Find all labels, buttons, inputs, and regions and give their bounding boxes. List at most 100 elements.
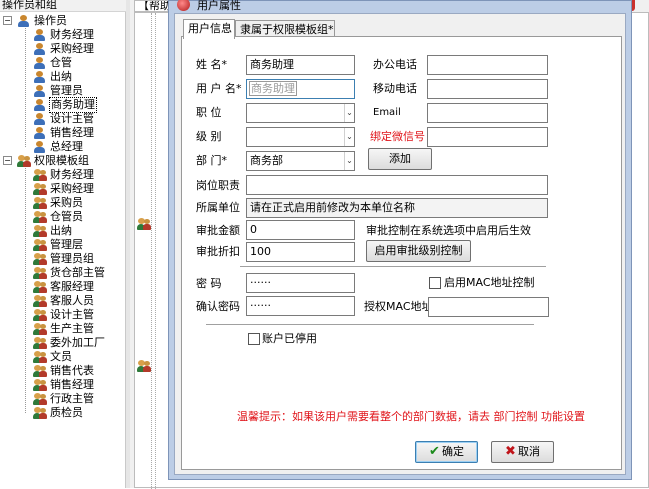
tree-item-label: 管理层 [50, 238, 83, 251]
mac-address-field[interactable] [428, 297, 549, 317]
wechat-field[interactable] [427, 127, 548, 147]
group-icon [33, 239, 47, 251]
group-node-icon [137, 218, 151, 230]
position-label: 职 位 [196, 106, 222, 119]
department-label: 部 门* [196, 154, 227, 167]
tree-item-label: 采购经理 [50, 182, 94, 195]
approval-discount-field[interactable]: 100 [246, 242, 355, 262]
tree-connector [25, 168, 26, 413]
tree-item-label: 销售经理 [50, 378, 94, 391]
enable-approval-level-button[interactable]: 启用审批级别控制 [366, 240, 471, 262]
tree-item-label: 仓管员 [50, 210, 83, 223]
tree-item-label: 设计主管 [50, 308, 94, 321]
confirm-password-label: 确认密码 [196, 300, 240, 313]
tree-item-label: 商务助理 [49, 97, 97, 113]
tree-item-label: 管理员组 [50, 252, 94, 265]
group-icon [33, 379, 47, 391]
app-icon [177, 0, 190, 11]
tree-item-label: 操作员 [34, 14, 67, 27]
user-icon [33, 43, 47, 55]
mobile-field[interactable] [427, 79, 548, 99]
tree-item-label: 文员 [50, 350, 72, 363]
collapse-icon[interactable]: − [3, 156, 12, 165]
cancel-button[interactable]: ✖ 取消 [491, 441, 554, 463]
check-icon: ✔ [429, 444, 440, 459]
group-icon [33, 197, 47, 209]
group-icon [33, 267, 47, 279]
mobile-label: 移动电话 [373, 82, 417, 95]
group-icon [33, 183, 47, 195]
account-disabled-checkbox[interactable] [248, 333, 260, 345]
tab-user-info[interactable]: 用户信息 [183, 19, 235, 39]
user-icon [33, 99, 47, 111]
tree-item-label: 货仓部主管 [50, 266, 105, 279]
chevron-down-icon[interactable]: ⌄ [344, 104, 354, 122]
password-label: 密 码 [196, 277, 222, 290]
duty-field[interactable] [246, 175, 548, 195]
group-icon [33, 253, 47, 265]
group-icon [33, 169, 47, 181]
mac-control-checkbox[interactable] [429, 277, 441, 289]
position-select[interactable]: ⌄ [246, 103, 355, 123]
user-icon [17, 15, 31, 27]
tree-connector [25, 28, 26, 147]
unit-label: 所属单位 [196, 201, 240, 214]
mac-control-label[interactable]: 启用MAC地址控制 [444, 276, 535, 290]
tree-item-label: 采购员 [50, 196, 83, 209]
office-phone-field[interactable] [427, 55, 548, 75]
unit-field[interactable]: 请在正式启用前修改为本单位名称 [246, 198, 548, 218]
tree-item-label: 财务经理 [50, 168, 94, 181]
operator-tree-panel: 操作员和组 − 操作员 财务经理 采购经理 仓管 出纳 管理员 商务助理 设计主管 销售经理 总经理… [0, 0, 126, 488]
group-icon [33, 323, 47, 335]
user-icon [33, 141, 47, 153]
group-icon [33, 281, 47, 293]
group-icon [33, 295, 47, 307]
close-icon: ✖ [505, 444, 516, 459]
chevron-down-icon[interactable]: ⌄ [344, 152, 354, 170]
duty-label: 岗位职责 [196, 179, 240, 192]
group-icon [33, 351, 47, 363]
department-select[interactable]: 商务部 ⌄ [246, 151, 355, 171]
group-icon [33, 407, 47, 419]
tree-item-label: 销售代表 [50, 364, 94, 377]
group-icon [33, 309, 47, 321]
confirm-password-field[interactable]: ······ [246, 296, 355, 316]
approval-amount-field[interactable]: 0 [246, 220, 355, 240]
office-phone-label: 办公电话 [373, 58, 417, 71]
tree-item-label: 总经理 [50, 140, 83, 153]
tree-item-label: 设计主管 [50, 112, 94, 125]
user-icon [33, 127, 47, 139]
dialog-title: 用户属性 [197, 0, 241, 12]
tree-panel-header: 操作员和组 [0, 0, 126, 12]
name-field[interactable]: 商务助理 [246, 55, 355, 75]
tree-item-label: 销售经理 [50, 126, 94, 139]
tree-item-label: 财务经理 [50, 28, 94, 41]
chevron-down-icon[interactable]: ⌄ [344, 128, 354, 146]
tree-item-label: 权限模板组 [34, 154, 89, 167]
user-icon [33, 29, 47, 41]
level-select[interactable]: ⌄ [246, 127, 355, 147]
ok-button[interactable]: ✔ 确定 [415, 441, 478, 463]
collapse-icon[interactable]: − [3, 16, 12, 25]
wechat-label[interactable]: 绑定微信号 [370, 130, 425, 144]
group-icon [33, 393, 47, 405]
tree-item-label: 仓管 [50, 56, 72, 69]
email-field[interactable] [427, 103, 548, 123]
mac-address-label: 授权MAC地址 [364, 300, 433, 313]
user-icon [33, 85, 47, 97]
tree-item-label: 客服人员 [50, 294, 94, 307]
password-field[interactable]: ······ [246, 273, 355, 293]
tree-item-label: 管理员 [50, 84, 83, 97]
tree-item-label: 质检员 [50, 406, 83, 419]
tree-item-label: 行政主管 [50, 392, 94, 405]
dialog-titlebar[interactable]: 用户属性 [169, 0, 631, 13]
tree-item-label: 采购经理 [50, 42, 94, 55]
email-label: Email [373, 107, 401, 118]
account-disabled-label[interactable]: 账户已停用 [262, 332, 317, 346]
username-field[interactable]: 商务助理 [246, 79, 355, 99]
group-icon [17, 155, 31, 167]
name-label: 姓 名* [196, 58, 227, 71]
warm-tip-text: 温馨提示：如果该用户需要看整个的部门数据，请去 部门控制 功能设置 [237, 410, 585, 423]
add-department-button[interactable]: 添加 [368, 148, 432, 170]
user-icon [33, 71, 47, 83]
